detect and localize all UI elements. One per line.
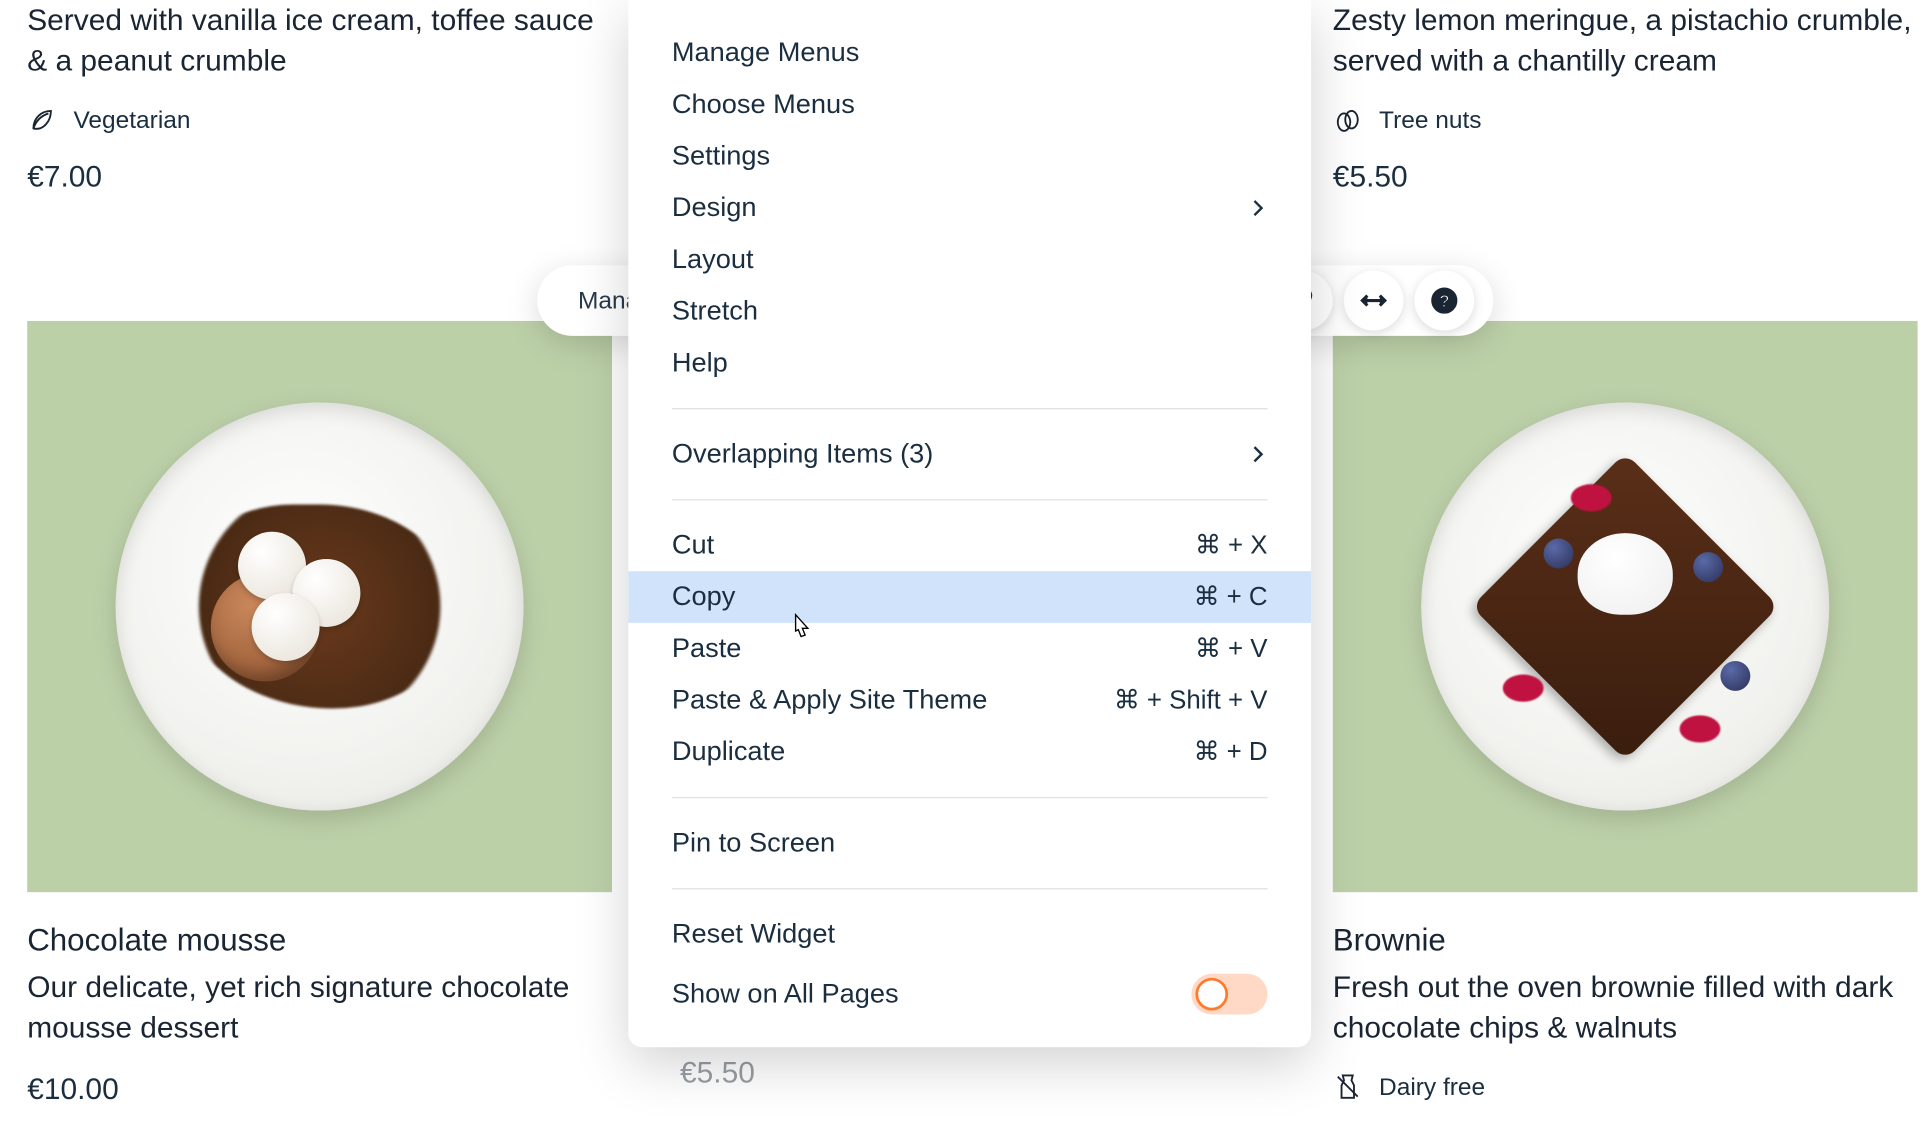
ctx-paste-apply-site-theme[interactable]: Paste & Apply Site Theme ⌘ + Shift + V	[628, 675, 1311, 727]
diet-tag: Tree nuts	[1333, 105, 1918, 135]
ctx-shortcut: ⌘ + X	[1195, 530, 1268, 561]
diet-label: Tree nuts	[1379, 106, 1482, 135]
ctx-label: Duplicate	[672, 736, 785, 767]
dish-photo	[1333, 321, 1918, 892]
separator	[672, 499, 1268, 500]
ctx-label: Help	[672, 347, 728, 378]
stretch-button[interactable]	[1344, 271, 1404, 331]
stretch-icon	[1359, 286, 1389, 316]
ctx-label: Paste & Apply Site Theme	[672, 685, 987, 716]
ctx-cut[interactable]: Cut ⌘ + X	[628, 520, 1311, 572]
ctx-paste[interactable]: Paste ⌘ + V	[628, 623, 1311, 675]
ctx-label: Paste	[672, 633, 742, 664]
ctx-shortcut: ⌘ + C	[1194, 581, 1268, 612]
ctx-label: Choose Menus	[672, 89, 855, 120]
ctx-label: Copy	[672, 581, 736, 612]
ctx-label: Stretch	[672, 296, 758, 327]
menu-item-card: Brownie Fresh out the oven brownie fille…	[1333, 321, 1918, 1127]
diet-tag: Vegetarian	[27, 105, 612, 135]
dish-description: Our delicate, yet rich signature chocola…	[27, 967, 612, 1048]
help-icon: ?	[1430, 286, 1460, 316]
ctx-copy[interactable]: Copy ⌘ + C	[628, 571, 1311, 623]
ctx-shortcut: ⌘ + D	[1194, 736, 1268, 767]
ctx-manage-menus[interactable]: Manage Menus	[628, 27, 1311, 79]
separator	[672, 408, 1268, 409]
tree-nuts-icon	[1333, 105, 1363, 135]
ctx-design[interactable]: Design	[628, 182, 1311, 234]
dish-description: Fresh out the oven brownie filled with d…	[1333, 967, 1918, 1048]
menu-item-card: Served with vanilla ice cream, toffee sa…	[27, 0, 612, 195]
menu-item-card: Chocolate mousse Our delicate, yet rich …	[27, 321, 612, 1108]
separator	[672, 797, 1268, 798]
leaf-icon	[27, 105, 57, 135]
ctx-label: Manage Menus	[672, 37, 860, 68]
chevron-right-icon	[1248, 199, 1267, 218]
context-menu: Manage Menus Choose Menus Settings Desig…	[628, 0, 1311, 1047]
separator	[672, 888, 1268, 889]
dish-description: Zesty lemon meringue, a pistachio crumbl…	[1333, 0, 1918, 81]
ctx-shortcut: ⌘ + V	[1195, 633, 1268, 664]
ctx-label: Pin to Screen	[672, 828, 835, 859]
ctx-label: Design	[672, 192, 757, 223]
ctx-duplicate[interactable]: Duplicate ⌘ + D	[628, 726, 1311, 778]
ctx-reset-widget[interactable]: Reset Widget	[628, 908, 1311, 960]
svg-text:?: ?	[1439, 291, 1450, 311]
ctx-show-on-all-pages[interactable]: Show on All Pages	[628, 960, 1311, 1014]
ctx-label: Reset Widget	[672, 919, 835, 950]
ctx-help[interactable]: Help	[628, 337, 1311, 389]
ctx-label: Overlapping Items (3)	[672, 439, 934, 470]
ctx-pin-to-screen[interactable]: Pin to Screen	[628, 817, 1311, 869]
ctx-overlapping-items[interactable]: Overlapping Items (3)	[628, 428, 1311, 480]
menu-item-card: Zesty lemon meringue, a pistachio crumbl…	[1333, 0, 1918, 195]
ctx-choose-menus[interactable]: Choose Menus	[628, 79, 1311, 131]
ctx-label: Settings	[672, 141, 770, 172]
diet-tag: Dairy free	[1333, 1072, 1918, 1102]
help-button[interactable]: ?	[1415, 271, 1475, 331]
dish-price: €5.50	[680, 1053, 1265, 1093]
dish-price: €10.00	[27, 1072, 612, 1107]
chevron-right-icon	[1248, 445, 1267, 464]
dairy-free-icon	[1333, 1072, 1363, 1102]
dish-price: €7.00	[27, 160, 612, 195]
diet-label: Dairy free	[1379, 1073, 1485, 1102]
ctx-stretch[interactable]: Stretch	[628, 286, 1311, 338]
ctx-label: Show on All Pages	[672, 979, 899, 1010]
dish-price: €5.50	[1333, 160, 1918, 195]
toggle-switch[interactable]	[1191, 974, 1267, 1015]
dish-title: Brownie	[1333, 922, 1918, 959]
ctx-label: Layout	[672, 244, 754, 275]
ctx-layout[interactable]: Layout	[628, 234, 1311, 286]
dish-title: Chocolate mousse	[27, 922, 612, 959]
ctx-settings[interactable]: Settings	[628, 131, 1311, 183]
ctx-shortcut: ⌘ + Shift + V	[1114, 685, 1268, 716]
dish-description: Served with vanilla ice cream, toffee sa…	[27, 0, 612, 81]
diet-label: Vegetarian	[73, 106, 190, 135]
ctx-label: Cut	[672, 530, 714, 561]
dish-photo	[27, 321, 612, 892]
